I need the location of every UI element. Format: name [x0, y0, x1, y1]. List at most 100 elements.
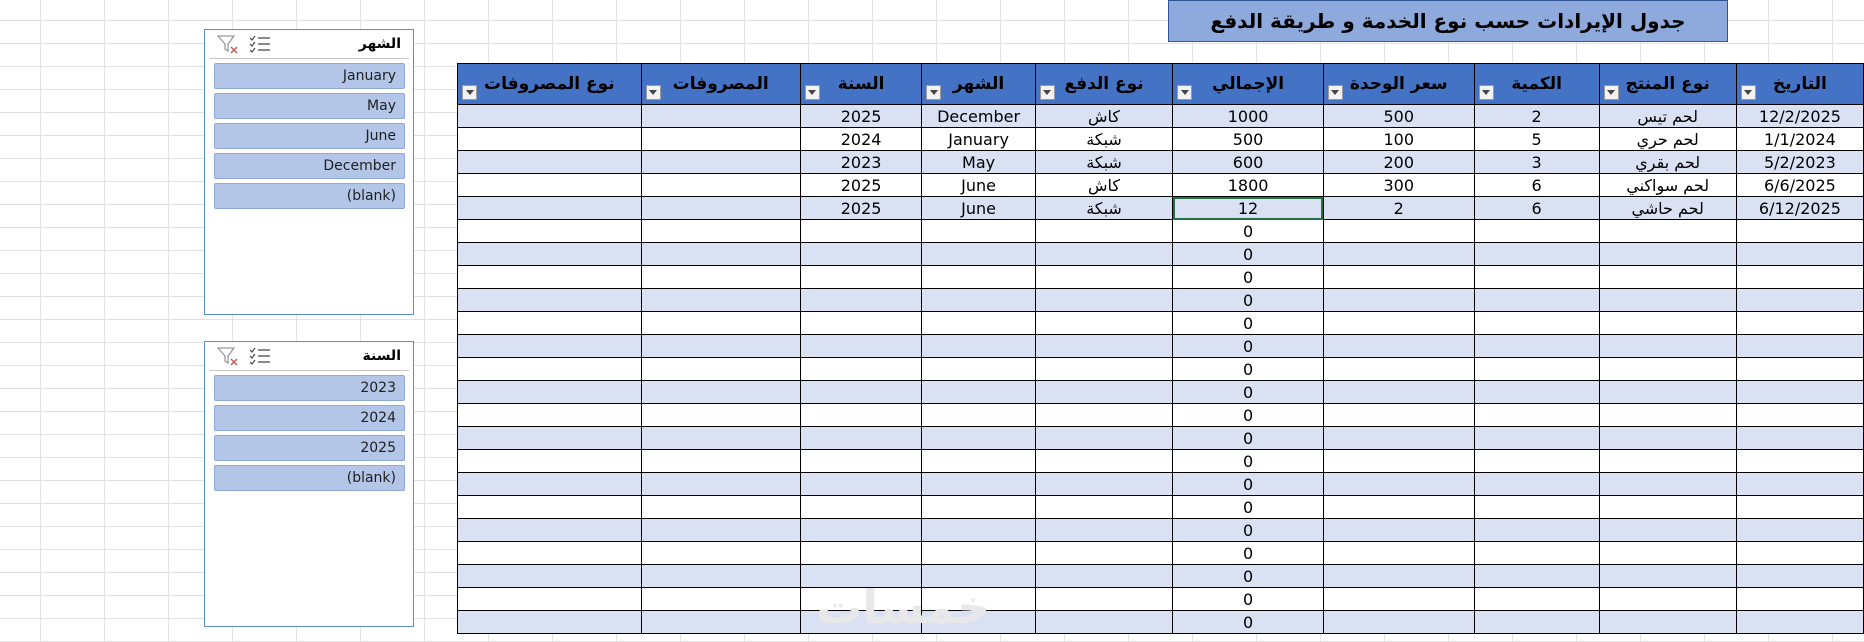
- table-cell[interactable]: لحم سواكني: [1598, 173, 1737, 197]
- table-cell[interactable]: [1735, 380, 1864, 404]
- table-cell[interactable]: [457, 426, 642, 450]
- table-cell[interactable]: [1735, 219, 1864, 243]
- table-cell[interactable]: [640, 150, 801, 174]
- table-cell[interactable]: 2: [1322, 196, 1475, 220]
- table-cell[interactable]: [640, 564, 801, 588]
- table-cell[interactable]: [799, 219, 923, 243]
- table-cell[interactable]: 6: [1473, 173, 1600, 197]
- table-cell[interactable]: [1322, 518, 1475, 542]
- table-cell[interactable]: [640, 334, 801, 358]
- table-cell[interactable]: شبكة: [1034, 127, 1174, 151]
- table-cell[interactable]: December: [921, 104, 1036, 128]
- header-quantity[interactable]: الكمية: [1473, 63, 1600, 105]
- table-cell[interactable]: [640, 311, 801, 335]
- table-cell[interactable]: لحم حري: [1598, 127, 1737, 151]
- filter-dropdown-icon[interactable]: [1177, 85, 1193, 100]
- table-cell[interactable]: [799, 403, 923, 427]
- table-cell[interactable]: [921, 219, 1036, 243]
- table-cell[interactable]: [799, 265, 923, 289]
- filter-dropdown-icon[interactable]: [1039, 85, 1055, 100]
- table-cell[interactable]: January: [921, 127, 1036, 151]
- table-cell[interactable]: 6/6/2025: [1735, 173, 1864, 197]
- table-cell[interactable]: [1473, 495, 1600, 519]
- table-cell[interactable]: [1034, 587, 1174, 611]
- slicer-item-2024[interactable]: 2024: [214, 405, 405, 431]
- slicer-item-june[interactable]: June: [214, 123, 405, 149]
- table-cell[interactable]: 0: [1172, 426, 1324, 450]
- table-cell[interactable]: 0: [1172, 610, 1324, 634]
- table-cell[interactable]: [1034, 288, 1174, 312]
- table-cell[interactable]: [799, 242, 923, 266]
- table-cell[interactable]: 0: [1172, 357, 1324, 381]
- table-cell[interactable]: [457, 150, 642, 174]
- table-cell[interactable]: [457, 242, 642, 266]
- table-cell[interactable]: [1322, 288, 1475, 312]
- table-cell[interactable]: [1598, 564, 1737, 588]
- table-cell[interactable]: [640, 288, 801, 312]
- table-cell[interactable]: [921, 495, 1036, 519]
- table-cell[interactable]: [1473, 564, 1600, 588]
- table-cell[interactable]: [1034, 357, 1174, 381]
- table-cell[interactable]: [640, 173, 801, 197]
- table-cell[interactable]: 5/2/2023: [1735, 150, 1864, 174]
- table-cell[interactable]: 1000: [1172, 104, 1324, 128]
- table-cell[interactable]: [1735, 426, 1864, 450]
- table-cell[interactable]: [1473, 219, 1600, 243]
- table-cell[interactable]: 600: [1172, 150, 1324, 174]
- table-cell[interactable]: [1322, 610, 1475, 634]
- table-cell[interactable]: 12: [1172, 196, 1324, 220]
- table-cell[interactable]: 6/12/2025: [1735, 196, 1864, 220]
- table-cell[interactable]: [1598, 380, 1737, 404]
- table-cell[interactable]: [1322, 380, 1475, 404]
- table-cell[interactable]: [1473, 587, 1600, 611]
- table-cell[interactable]: [1473, 518, 1600, 542]
- table-cell[interactable]: 0: [1172, 587, 1324, 611]
- table-cell[interactable]: [640, 449, 801, 473]
- table-cell[interactable]: [640, 380, 801, 404]
- clear-filter-icon[interactable]: [217, 34, 239, 54]
- table-cell[interactable]: [1598, 518, 1737, 542]
- table-cell[interactable]: 0: [1172, 334, 1324, 358]
- table-cell[interactable]: [799, 357, 923, 381]
- table-cell[interactable]: 0: [1172, 541, 1324, 565]
- table-cell[interactable]: [640, 196, 801, 220]
- header-year[interactable]: السنة: [799, 63, 923, 105]
- filter-dropdown-icon[interactable]: [1478, 85, 1494, 100]
- table-cell[interactable]: 2025: [799, 173, 923, 197]
- table-cell[interactable]: [921, 334, 1036, 358]
- table-cell[interactable]: [1735, 472, 1864, 496]
- table-cell[interactable]: [799, 472, 923, 496]
- table-cell[interactable]: [1034, 219, 1174, 243]
- table-cell[interactable]: [640, 127, 801, 151]
- table-cell[interactable]: [799, 495, 923, 519]
- table-cell[interactable]: [1473, 403, 1600, 427]
- table-cell[interactable]: [1473, 380, 1600, 404]
- table-cell[interactable]: 2025: [799, 196, 923, 220]
- table-cell[interactable]: 1/1/2024: [1735, 127, 1864, 151]
- table-cell[interactable]: [1034, 426, 1174, 450]
- table-cell[interactable]: 2024: [799, 127, 923, 151]
- table-cell[interactable]: [640, 587, 801, 611]
- table-cell[interactable]: [1034, 472, 1174, 496]
- table-cell[interactable]: [799, 541, 923, 565]
- table-cell[interactable]: [457, 196, 642, 220]
- table-cell[interactable]: [1598, 472, 1737, 496]
- table-cell[interactable]: [921, 518, 1036, 542]
- table-cell[interactable]: [1322, 334, 1475, 358]
- table-cell[interactable]: 100: [1322, 127, 1475, 151]
- table-cell[interactable]: [640, 518, 801, 542]
- slicer-item-december[interactable]: December: [214, 153, 405, 179]
- table-cell[interactable]: [1034, 518, 1174, 542]
- table-cell[interactable]: 0: [1172, 219, 1324, 243]
- table-cell[interactable]: [640, 403, 801, 427]
- table-cell[interactable]: 500: [1322, 104, 1475, 128]
- table-cell[interactable]: [1735, 587, 1864, 611]
- table-cell[interactable]: [457, 541, 642, 565]
- header-month[interactable]: الشهر: [921, 63, 1036, 105]
- table-cell[interactable]: 3: [1473, 150, 1600, 174]
- table-cell[interactable]: [457, 472, 642, 496]
- table-cell[interactable]: 0: [1172, 288, 1324, 312]
- table-cell[interactable]: [1735, 449, 1864, 473]
- table-cell[interactable]: [640, 104, 801, 128]
- table-cell[interactable]: [457, 104, 642, 128]
